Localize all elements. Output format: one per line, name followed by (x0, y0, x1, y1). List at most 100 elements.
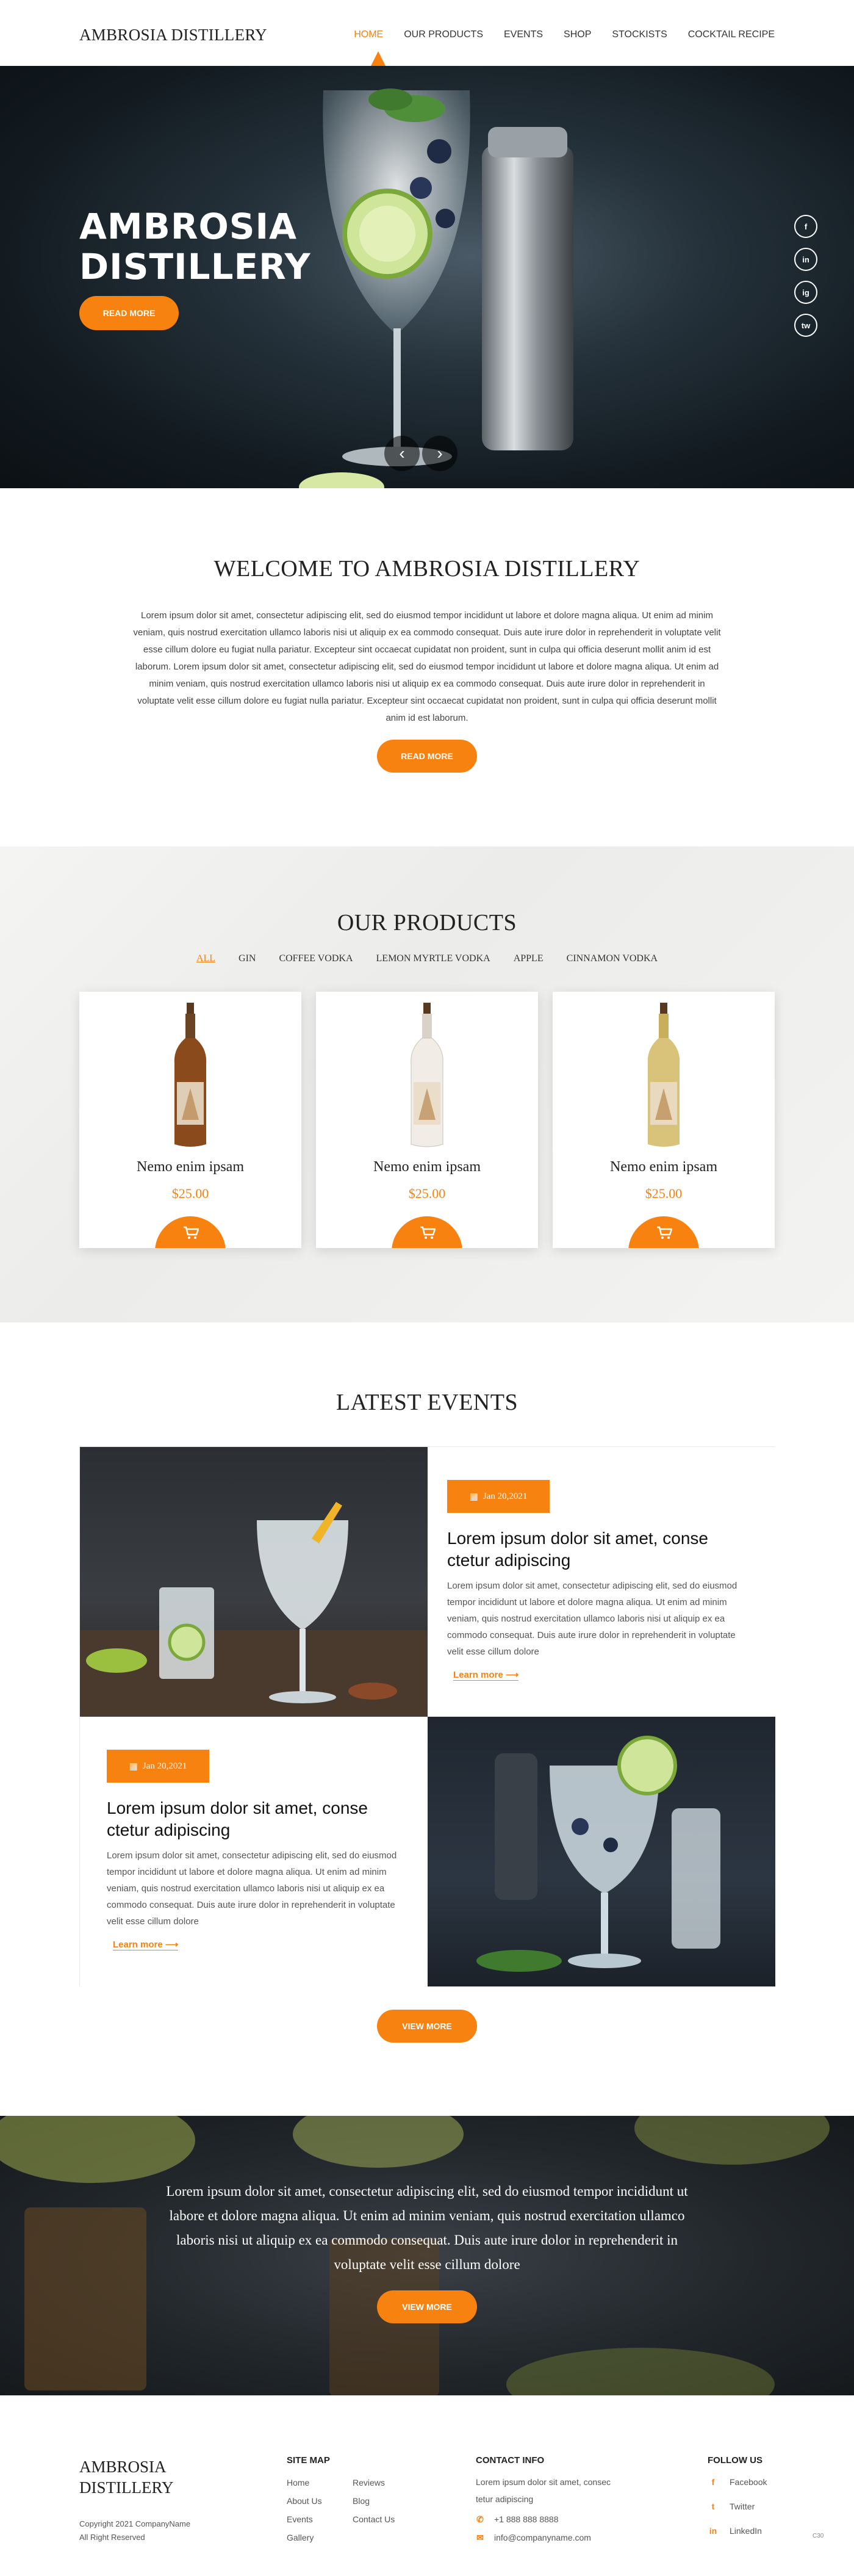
follow-facebook[interactable]: f Facebook (709, 2470, 767, 2494)
filter-cinnamon-vodka[interactable]: CINNAMON VODKA (567, 953, 658, 964)
products-title: OUR PRODUCTS (337, 910, 517, 936)
hero-title-line2: DISTILLERY (79, 246, 311, 287)
copyright: Copyright 2021 CompanyName All Right Res… (79, 2517, 190, 2544)
product-price: $25.00 (408, 1186, 446, 1201)
instagram-icon[interactable]: ig (794, 281, 817, 304)
product-card[interactable]: Nemo enim ipsam $25.00 (316, 992, 538, 1248)
product-price: $25.00 (645, 1186, 683, 1201)
linkedin-icon: in (709, 2526, 717, 2536)
add-to-cart-button[interactable] (392, 1216, 462, 1248)
filter-lemon-myrtle-vodka[interactable]: LEMON MYRTLE VODKA (376, 953, 490, 964)
bottle-image (411, 1003, 443, 1147)
contact-email[interactable]: info@companyname.com (494, 2528, 591, 2547)
contact-info: Lorem ipsum dolor sit amet, consec tetur… (476, 2473, 628, 2547)
copyright-line1: Copyright 2021 CompanyName (79, 2519, 191, 2528)
active-nav-indicator (371, 51, 386, 66)
event-learn-more-link[interactable]: Learn more ⟶ (453, 1669, 519, 1681)
product-card[interactable]: Nemo enim ipsam $25.00 (79, 992, 301, 1248)
contact-phone-row: ✆ +1 888 888 8888 (476, 2510, 628, 2528)
site-footer: AMBROSIA DISTILLERY Copyright 2021 Compa… (0, 2395, 854, 2576)
product-name: Nemo enim ipsam (373, 1159, 481, 1175)
filter-coffee-vodka[interactable]: COFFEE VODKA (279, 953, 353, 964)
event-text: Lorem ipsum dolor sit amet, consectetur … (107, 1850, 397, 1927)
nav-cocktail-recipe[interactable]: COCKTAIL RECIPE (688, 29, 775, 40)
footer-link-home[interactable]: Home (287, 2473, 322, 2492)
sitemap-heading: SITE MAP (287, 2455, 330, 2466)
copyright-line2: All Right Reserved (79, 2533, 145, 2542)
facebook-icon[interactable]: f (794, 215, 817, 238)
contact-phone[interactable]: +1 888 888 8888 (494, 2510, 559, 2528)
product-card[interactable]: Nemo enim ipsam $25.00 (553, 992, 775, 1248)
events-grid: ▦ Jan 20,2021 Lorem ipsum dolor sit amet… (79, 1446, 775, 1986)
nav-shop[interactable]: SHOP (564, 29, 591, 40)
event-text: Lorem ipsum dolor sit amet, consectetur … (447, 1581, 737, 1657)
footer-link-blog[interactable]: Blog (353, 2492, 395, 2510)
footer-mark: C30 (813, 2533, 824, 2539)
email-icon: ✉ (476, 2533, 484, 2542)
product-price: $25.00 (171, 1186, 209, 1201)
product-name: Nemo enim ipsam (610, 1159, 717, 1175)
event-image (80, 1447, 428, 1717)
cart-icon (184, 1226, 199, 1239)
linkedin-icon[interactable]: in (794, 248, 817, 271)
calendar-icon: ▦ (129, 1761, 138, 1772)
nav-home[interactable]: HOME (354, 29, 383, 40)
event-card: ▦ Jan 20,2021 Lorem ipsum dolor sit amet… (428, 1447, 775, 1717)
cocktail-image (80, 1502, 428, 1717)
hero-read-more-button[interactable]: READ MORE (79, 296, 179, 330)
footer-logo[interactable]: AMBROSIA DISTILLERY (79, 2456, 174, 2498)
nav-events[interactable]: EVENTS (504, 29, 543, 40)
footer-link-events[interactable]: Events (287, 2510, 322, 2528)
footer-link-reviews[interactable]: Reviews (353, 2473, 395, 2492)
cart-icon (420, 1226, 436, 1239)
footer-logo-line1: AMBROSIA (79, 2458, 167, 2476)
footer-link-gallery[interactable]: Gallery (287, 2528, 322, 2547)
nav-our-products[interactable]: OUR PRODUCTS (404, 29, 483, 40)
product-cards: Nemo enim ipsam $25.00 Nemo enim ipsam $… (79, 992, 775, 1248)
banner-text: Lorem ipsum dolor sit amet, consectetur … (166, 2184, 688, 2272)
follow-twitter[interactable]: t Twitter (709, 2494, 767, 2519)
filter-all[interactable]: ALL (196, 953, 215, 964)
footer-link-contact[interactable]: Contact Us (353, 2510, 395, 2528)
hero-title: AMBROSIA DISTILLERY (79, 206, 311, 287)
follow-links: f Facebook t Twitter in LinkedIn (709, 2470, 767, 2543)
promo-banner: Lorem ipsum dolor sit amet, consectetur … (0, 2116, 854, 2395)
add-to-cart-button[interactable] (628, 1216, 699, 1248)
hero-social-links: f in ig tw (794, 215, 817, 337)
twitter-icon[interactable]: tw (794, 314, 817, 337)
footer-logo-line2: DISTILLERY (79, 2478, 174, 2497)
welcome-text: Lorem ipsum dolor sit amet, consectetur … (133, 610, 721, 723)
follow-linkedin-label: LinkedIn (730, 2526, 762, 2536)
filter-gin[interactable]: GIN (239, 953, 256, 964)
filter-apple[interactable]: APPLE (514, 953, 544, 964)
event-card: ▦ Jan 20,2021 Lorem ipsum dolor sit amet… (80, 1717, 428, 1986)
calendar-icon: ▦ (469, 1492, 478, 1502)
nav-stockists[interactable]: STOCKISTS (612, 29, 667, 40)
hero-title-line1: AMBROSIA (79, 206, 298, 247)
event-date-badge: ▦ Jan 20,2021 (447, 1480, 550, 1513)
follow-twitter-label: Twitter (730, 2502, 755, 2511)
product-name: Nemo enim ipsam (137, 1159, 244, 1175)
site-header: AMBROSIA DISTILLERY HOME OUR PRODUCTS EV… (0, 0, 854, 66)
site-logo[interactable]: AMBROSIA DISTILLERY (79, 26, 267, 45)
add-to-cart-button[interactable] (155, 1216, 226, 1248)
events-view-more-button[interactable]: VIEW MORE (377, 2010, 477, 2043)
follow-linkedin[interactable]: in LinkedIn (709, 2519, 767, 2543)
event-learn-more-link[interactable]: Learn more ⟶ (113, 1939, 179, 1950)
event-title: Lorem ipsum dolor sit amet, conse ctetur… (107, 1799, 368, 1839)
slider-next-icon[interactable]: › (422, 436, 458, 471)
sitemap-col1: Home About Us Events Gallery (287, 2473, 322, 2547)
hero-banner: AMBROSIA DISTILLERY READ MORE f in ig tw… (0, 66, 854, 488)
contact-email-row: ✉ info@companyname.com (476, 2528, 628, 2547)
event-image (428, 1717, 775, 1986)
bottle-image (174, 1003, 207, 1147)
slider-prev-icon[interactable]: ‹ (384, 436, 420, 471)
welcome-title: WELCOME TO AMBROSIA DISTILLERY (214, 556, 640, 582)
banner-view-more-button[interactable]: VIEW MORE (377, 2290, 477, 2323)
sitemap-col2: Reviews Blog Contact Us (353, 2473, 395, 2528)
events-title: LATEST EVENTS (336, 1390, 518, 1415)
cart-icon (657, 1226, 672, 1239)
welcome-read-more-button[interactable]: READ MORE (377, 740, 477, 773)
bottle-image (647, 1003, 680, 1147)
footer-link-about[interactable]: About Us (287, 2492, 322, 2510)
